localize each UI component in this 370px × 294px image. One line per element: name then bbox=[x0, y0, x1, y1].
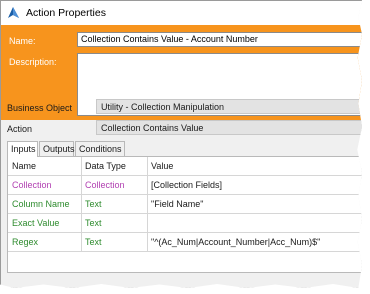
inputs-grid: Name Data Type Value Collection Collecti… bbox=[7, 156, 362, 273]
table-row[interactable]: Column Name Text "Field Name" bbox=[8, 195, 362, 214]
column-header-data-type[interactable]: Data Type bbox=[85, 161, 126, 171]
table-row[interactable]: Collection Collection [Collection Fields… bbox=[8, 176, 362, 195]
table-row[interactable]: Regex Text "^(Ac_Num|Account_Number|Acc_… bbox=[8, 233, 362, 252]
business-object-field[interactable]: Utility - Collection Manipulation bbox=[96, 99, 362, 114]
window-title: Action Properties bbox=[26, 7, 106, 19]
name-label: Name: bbox=[9, 36, 36, 46]
table-row[interactable]: Exact Value Text bbox=[8, 214, 362, 233]
column-header-value[interactable]: Value bbox=[151, 161, 173, 171]
param-value[interactable]: [Collection Fields] bbox=[151, 180, 222, 190]
business-object-label: Business Object bbox=[7, 103, 73, 113]
param-type: Text bbox=[85, 199, 102, 209]
param-name: Collection bbox=[12, 180, 52, 190]
param-value[interactable]: "Field Name" bbox=[151, 199, 203, 209]
param-type: Text bbox=[85, 237, 102, 247]
param-type: Collection bbox=[85, 180, 125, 190]
action-label: Action bbox=[7, 124, 33, 134]
grid-header-row: Name Data Type Value bbox=[8, 157, 362, 176]
name-field[interactable]: Collection Contains Value - Account Numb… bbox=[77, 32, 362, 47]
param-type: Text bbox=[85, 218, 102, 228]
param-name: Regex bbox=[12, 237, 39, 247]
tab-outputs[interactable]: Outputs bbox=[39, 141, 75, 156]
param-name: Column Name bbox=[12, 199, 70, 209]
param-name: Exact Value bbox=[12, 218, 60, 228]
blueprism-logo-icon bbox=[8, 7, 19, 18]
description-label: Description: bbox=[9, 57, 57, 67]
title-bar: Action Properties bbox=[1, 1, 362, 25]
tab-inputs[interactable]: Inputs bbox=[7, 141, 38, 157]
column-header-name[interactable]: Name bbox=[12, 161, 36, 171]
tab-conditions[interactable]: Conditions bbox=[75, 141, 125, 156]
action-field[interactable]: Collection Contains Value bbox=[96, 120, 362, 135]
action-properties-window: Action Properties Name: Collection Conta… bbox=[0, 0, 362, 288]
param-value[interactable]: "^(Ac_Num|Account_Number|Acc_Num)$" bbox=[151, 237, 320, 247]
